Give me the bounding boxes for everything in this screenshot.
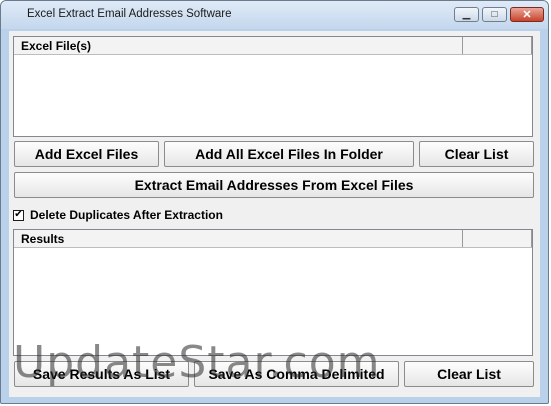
extract-emails-button[interactable]: Extract Email Addresses From Excel Files: [14, 172, 534, 198]
maximize-icon: □: [491, 8, 498, 20]
results-empty-column-header[interactable]: [463, 230, 532, 247]
results-column-label: Results: [21, 232, 65, 246]
minimize-button[interactable]: ▁: [454, 7, 479, 22]
checkmark-icon: ✔: [14, 209, 23, 220]
excel-files-list-header: Excel File(s): [14, 37, 532, 55]
close-button[interactable]: ✕: [510, 7, 544, 22]
results-list-header: Results: [14, 230, 532, 248]
excel-files-list[interactable]: Excel File(s): [13, 36, 533, 137]
excel-files-empty-column-header[interactable]: [463, 37, 532, 54]
minimize-icon: ▁: [462, 8, 471, 20]
results-column-header[interactable]: Results: [14, 230, 463, 247]
delete-duplicates-label[interactable]: Delete Duplicates After Extraction: [30, 208, 223, 222]
title-bar[interactable]: Excel Extract Email Addresses Software ▁…: [1, 1, 548, 29]
save-as-comma-delimited-button[interactable]: Save As Comma Delimited: [194, 361, 399, 387]
excel-files-column-header[interactable]: Excel File(s): [14, 37, 463, 54]
close-icon: ✕: [522, 8, 532, 21]
clear-files-list-button[interactable]: Clear List: [419, 141, 534, 167]
delete-duplicates-option[interactable]: ✔ Delete Duplicates After Extraction: [13, 207, 223, 223]
clear-results-list-button[interactable]: Clear List: [404, 361, 534, 387]
add-excel-files-button[interactable]: Add Excel Files: [14, 141, 159, 167]
app-window: Excel Extract Email Addresses Software ▁…: [0, 0, 549, 404]
delete-duplicates-checkbox[interactable]: ✔: [13, 209, 24, 221]
save-results-as-list-button[interactable]: Save Results As List: [14, 361, 189, 387]
results-list[interactable]: Results: [13, 229, 533, 356]
window-client-area: Excel File(s) Add Excel Files Add All Ex…: [9, 31, 540, 397]
add-folder-button[interactable]: Add All Excel Files In Folder: [164, 141, 414, 167]
maximize-button[interactable]: □: [482, 7, 507, 22]
excel-files-column-label: Excel File(s): [21, 39, 92, 53]
window-title: Excel Extract Email Addresses Software: [27, 8, 232, 20]
